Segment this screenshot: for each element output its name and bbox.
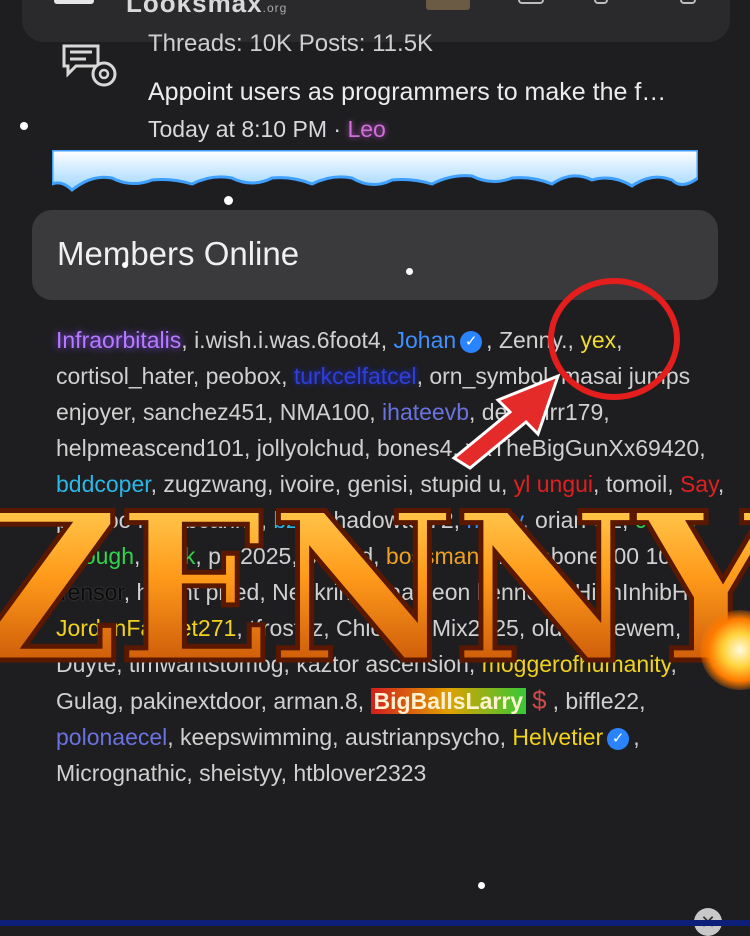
member-link[interactable]: moggerofhumanity [482,651,671,677]
member-link[interactable]: ballard [304,543,373,569]
hamburger-icon[interactable] [54,0,94,4]
user-avatar[interactable] [426,0,470,10]
snowflake [478,882,485,889]
site-logo[interactable]: Looksmax.org [126,0,287,19]
member-link[interactable]: oldhebbewem [532,615,675,641]
member-link[interactable]: Johan [393,327,456,353]
member-link[interactable]: pakinextdoor [130,688,260,714]
member-link[interactable]: leon kennedy [427,579,562,605]
member-link[interactable]: palmoo lavi [56,507,172,533]
member-link[interactable]: orian Gz [535,507,622,533]
member-link[interactable]: helpmeascend101 [56,435,244,461]
member-link[interactable]: tfrostyz [249,615,323,641]
thread-settings-icon [62,44,117,87]
member-link[interactable]: height pilled [137,579,260,605]
snowflake [20,122,28,130]
thread-timestamp: Today at 8:10 PM · Leo [148,116,386,142]
member-link[interactable]: HighInhibHell [575,579,712,605]
member-link[interactable]: bzz [273,507,309,533]
member-link[interactable]: ChioMaxiMix2025 [336,615,519,641]
member-link[interactable]: cortisol_hater [56,363,193,389]
member-link[interactable]: Neokrinshaaa [272,579,414,605]
member-link[interactable]: zugzwang [163,471,267,497]
member-link[interactable]: cenk [147,543,196,569]
red-arrow-icon [451,373,560,470]
member-link[interactable]: bossman [386,543,479,569]
member-link[interactable]: genisi [348,471,408,497]
member-link[interactable]: stupid u [420,471,501,497]
member-link[interactable]: austrianpsycho [345,724,500,750]
bottom-bar [0,920,750,926]
snowflake [224,196,233,205]
member-link[interactable]: bcanhn [185,507,260,533]
member-link[interactable]: ivoire [280,471,335,497]
snow-banner [52,150,698,193]
member-link[interactable]: sanchez451 [143,399,267,425]
member-link[interactable]: keepswimming [180,724,332,750]
member-link[interactable]: rhoby [466,507,522,533]
member-link[interactable]: kaztor ascension [296,651,469,677]
inbox-icon[interactable] [518,0,544,4]
member-link[interactable]: polonaecel [56,724,167,750]
verified-badge-icon: ✓ [607,727,630,750]
member-link[interactable]: sheistyy [199,760,280,786]
dollar-icon: $ [532,685,547,715]
verified-badge-icon: ✓ [460,330,483,353]
member-link[interactable]: turkcelfatcel [294,363,417,389]
member-link[interactable]: BigBallsLarry [370,688,527,714]
member-link[interactable]: Say [680,471,718,497]
member-link[interactable]: framebones00 101 [492,543,684,569]
member-link[interactable]: Duyte [56,651,116,677]
member-link[interactable]: arman.8 [273,688,357,714]
highlight-circle [548,278,680,400]
member-link[interactable]: tomoil [606,471,667,497]
alerts-icon[interactable] [594,0,608,4]
search-icon[interactable] [680,0,696,4]
snowflake [122,262,128,268]
member-link[interactable]: Infraorbitalis [56,327,181,353]
member-link[interactable]: bddcoper [56,471,151,497]
member-link[interactable]: Tensor [56,579,124,605]
member-link[interactable]: i.wish.i.was.6foot4 [194,327,381,353]
member-link[interactable]: timwantstomog [129,651,284,677]
member-link[interactable]: biffle22 [565,688,639,714]
thread-meta: Threads: 10K Posts: 11.5K [148,30,434,57]
member-link[interactable]: NMA100 [280,399,369,425]
thread-title[interactable]: Appoint users as programmers to make the… [148,78,666,107]
member-link[interactable]: Micrognathic [56,760,186,786]
member-link[interactable]: yl ungui [514,471,593,497]
member-link[interactable]: po 2025 [208,543,291,569]
member-link[interactable]: Helvetier [512,724,603,750]
member-link[interactable]: jollyolchud [257,435,364,461]
member-link[interactable]: peobox [206,363,281,389]
member-link[interactable]: Gulag [56,688,117,714]
member-link[interactable]: htblover2323 [293,760,426,786]
thread-author[interactable]: Leo [347,116,385,142]
member-link[interactable]: shadowter72 [322,507,454,533]
members-online-title: Members Online [57,235,300,272]
snowflake [406,268,413,275]
member-link[interactable]: JordanFagget271 [56,615,236,641]
